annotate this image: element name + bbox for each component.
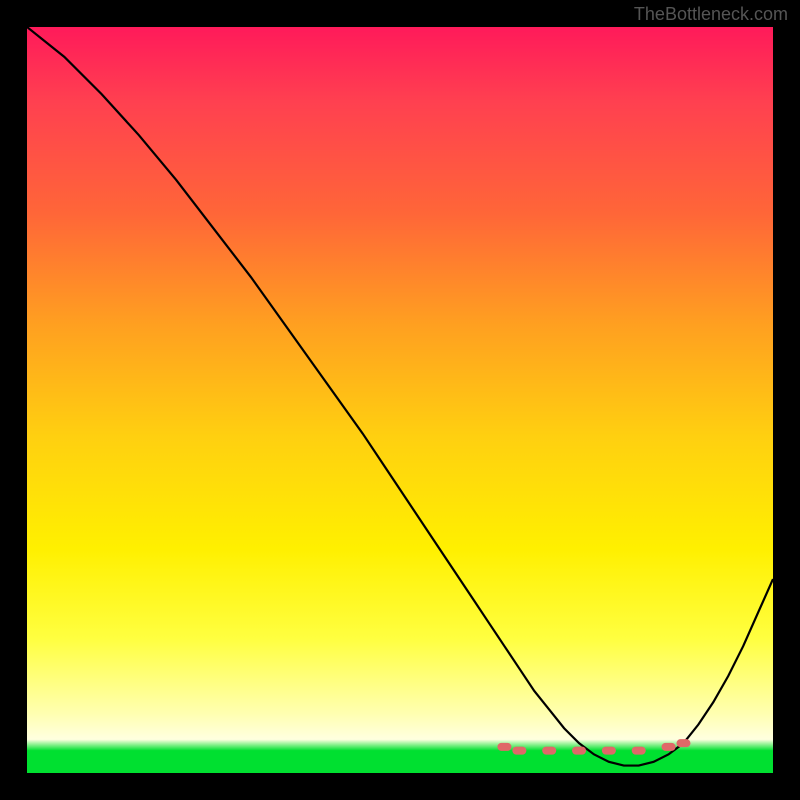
watermark-text: TheBottleneck.com (634, 4, 788, 25)
chart-gradient-background (27, 27, 773, 773)
